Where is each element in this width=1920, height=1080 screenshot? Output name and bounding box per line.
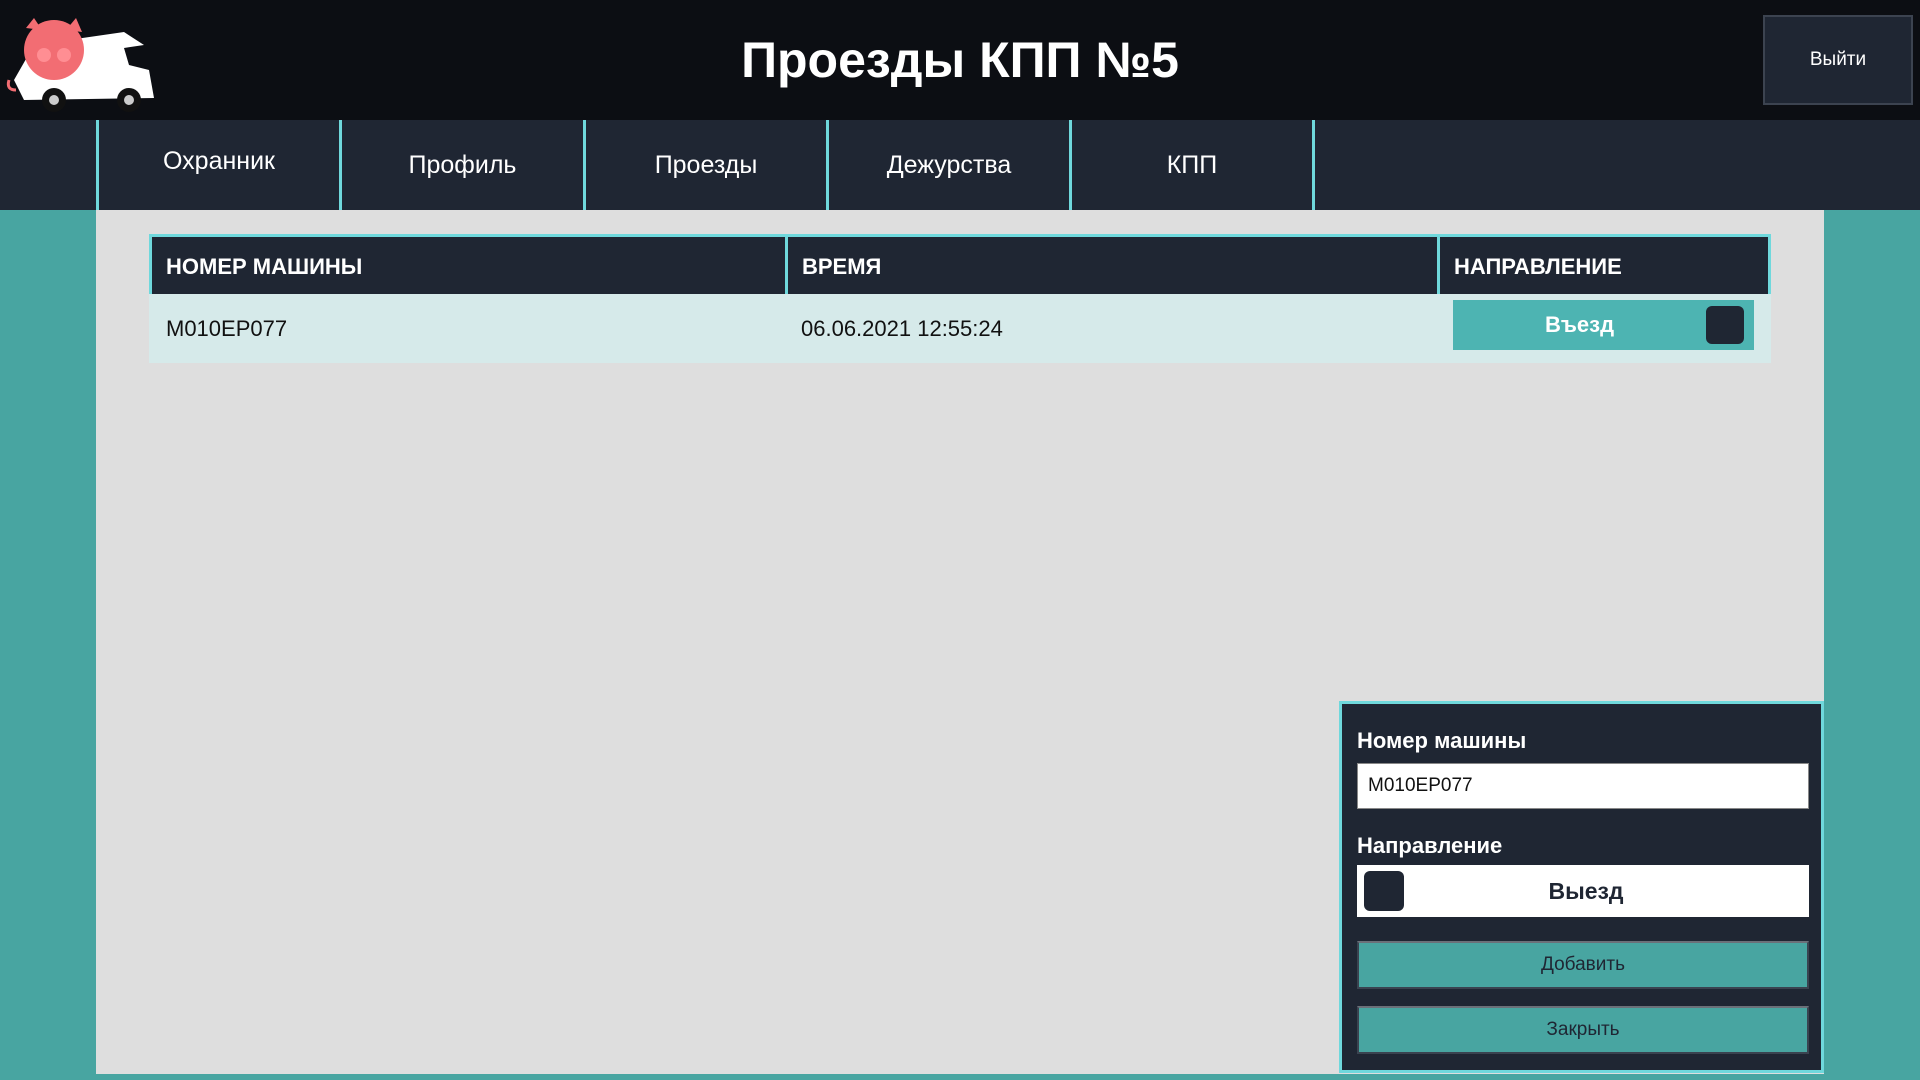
nav-item-label: Профиль xyxy=(408,150,517,179)
column-header-plate: НОМЕР МАШИНЫ xyxy=(166,254,363,279)
direction-toggle[interactable]: Выезд xyxy=(1357,865,1809,917)
nav-item-label: КПП xyxy=(1166,150,1218,179)
logout-button[interactable]: Выйти xyxy=(1763,15,1913,105)
cell-time: 06.06.2021 12:55:24 xyxy=(801,316,1003,341)
cell-plate: M010EP077 xyxy=(166,316,288,341)
nav-bar: Охранник Профиль Проезды Дежурства КПП xyxy=(0,120,1920,210)
table-row[interactable]: M010EP077 06.06.2021 12:55:24 Въезд xyxy=(149,294,1771,363)
nav-item-passages[interactable]: Проезды xyxy=(583,120,826,210)
close-button[interactable]: Закрыть xyxy=(1357,1006,1809,1054)
nav-item-guard[interactable]: Охранник xyxy=(96,120,339,210)
direction-label: Направление xyxy=(1357,833,1503,858)
table-header: НОМЕР МАШИНЫ ВРЕМЯ НАПРАВЛЕНИЕ xyxy=(149,234,1771,297)
top-bar: Проезды КПП №5 Выйти xyxy=(0,0,1920,120)
plate-label: Номер машины xyxy=(1357,728,1527,753)
nav-divider xyxy=(1312,120,1315,210)
nav-item-label: Охранник xyxy=(163,146,275,175)
plate-input[interactable] xyxy=(1357,763,1809,809)
nav-item-duties[interactable]: Дежурства xyxy=(826,120,1069,210)
nav-item-label: Проезды xyxy=(654,150,758,179)
add-passage-form: Номер машины Направление Выезд Добавить … xyxy=(1339,701,1824,1073)
nav-item-profile[interactable]: Профиль xyxy=(339,120,583,210)
direction-toggle-label: Выезд xyxy=(1548,877,1624,904)
page-title: Проезды КПП №5 xyxy=(741,32,1179,88)
nav-item-label: Дежурства xyxy=(886,150,1012,179)
add-button[interactable]: Добавить xyxy=(1357,941,1809,989)
passages-table: НОМЕР МАШИНЫ ВРЕМЯ НАПРАВЛЕНИЕ M010EP077… xyxy=(149,234,1771,363)
direction-toggle-knob[interactable] xyxy=(1364,871,1404,911)
column-header-direction: НАПРАВЛЕНИЕ xyxy=(1437,237,1768,297)
direction-badge: Въезд xyxy=(1453,300,1754,350)
direction-toggle-knob xyxy=(1706,306,1744,344)
nav-item-checkpoint[interactable]: КПП xyxy=(1069,120,1312,210)
column-header-time: ВРЕМЯ xyxy=(785,237,1437,297)
